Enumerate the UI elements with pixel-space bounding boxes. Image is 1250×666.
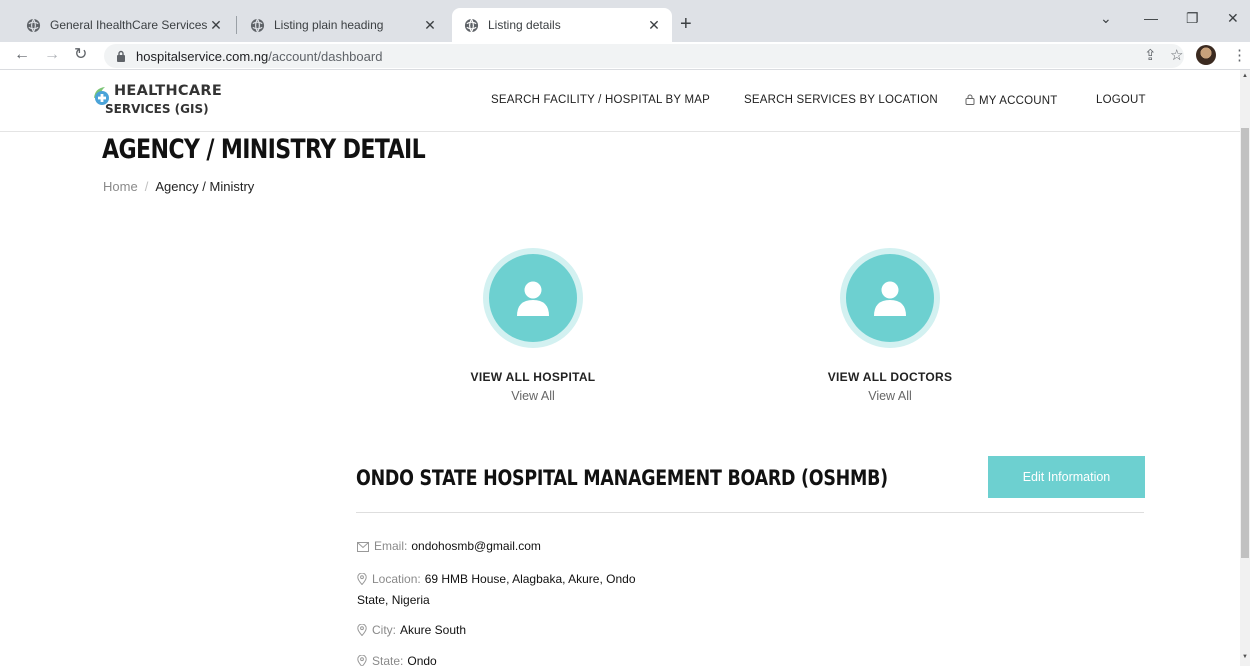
close-tab-icon[interactable]: ✕ (422, 17, 438, 34)
close-tab-icon[interactable]: ✕ (646, 17, 662, 34)
email-label: Email: (374, 539, 408, 553)
info-location: Location: 69 HMB House, Alagbaka, Akure, … (357, 572, 636, 586)
city-label: City: (372, 623, 396, 637)
url-host: hospitalservice.com.ng (136, 48, 269, 64)
info-location-cont: State, Nigeria (357, 593, 430, 607)
map-pin-icon (357, 655, 367, 666)
view-all-hospitals-link[interactable]: View All (433, 389, 633, 403)
share-icon[interactable]: ⇪ (1144, 46, 1157, 64)
city-value: Akure South (400, 623, 467, 637)
address-bar[interactable]: hospitalservice.com.ng/account/dashboard (104, 44, 1184, 68)
nav-my-account[interactable]: MY ACCOUNT (965, 94, 1057, 107)
view-all-doctors-link[interactable]: View All (790, 389, 990, 403)
menu-icon[interactable]: ⋮ (1232, 46, 1247, 64)
site-header: HEALTHCARE SERVICES (GIS) SEARCH FACILIT… (0, 70, 1240, 132)
nav-logout[interactable]: LOGOUT (1096, 94, 1146, 106)
breadcrumb: Home / Agency / Ministry (103, 179, 254, 194)
user-icon (874, 281, 906, 316)
agency-name: ONDO STATE HOSPITAL MANAGEMENT BOARD (OS… (356, 466, 888, 490)
tab-title: Listing details (488, 18, 561, 32)
stat-card-doctors: VIEW ALL DOCTORS View All (790, 248, 990, 403)
stat-icon-circle[interactable] (483, 248, 583, 348)
stat-label: VIEW ALL DOCTORS (827, 370, 953, 384)
lock-icon (965, 94, 975, 105)
new-tab-button[interactable]: + (680, 14, 692, 34)
section-divider (356, 512, 1144, 513)
bookmark-star-icon[interactable]: ☆ (1170, 46, 1183, 64)
map-pin-icon (357, 624, 367, 636)
envelope-icon (357, 542, 369, 552)
state-value: Ondo (407, 654, 437, 666)
back-button[interactable]: ← (14, 46, 30, 64)
restore-button[interactable]: ❐ (1186, 10, 1199, 27)
edit-information-button[interactable]: Edit Information (988, 456, 1145, 498)
page-scrollbar[interactable]: ▲ ▼ (1240, 70, 1250, 666)
location-value-line1: 69 HMB House, Alagbaka, Akure, Ondo (424, 572, 636, 586)
reload-button[interactable]: ↻ (74, 46, 87, 64)
browser-toolbar: ← → ↻ hospitalservice.com.ng/account/das… (0, 42, 1250, 70)
state-label: State: (372, 654, 404, 666)
scroll-up-arrow[interactable]: ▲ (1240, 73, 1250, 79)
lock-icon (117, 50, 125, 62)
tab-search-icon[interactable]: ⌄ (1100, 10, 1112, 27)
info-city: City: Akure South (357, 623, 466, 637)
scroll-down-arrow[interactable]: ▼ (1240, 654, 1250, 660)
profile-avatar[interactable] (1196, 45, 1216, 65)
nav-search-by-map[interactable]: SEARCH FACILITY / HOSPITAL BY MAP (491, 94, 710, 106)
forward-button[interactable]: → (44, 46, 60, 64)
browser-tab-1[interactable]: General IhealthCare Services ✕ (14, 8, 234, 42)
breadcrumb-separator: / (144, 179, 149, 194)
logo-subtitle: SERVICES (GIS) (105, 102, 209, 116)
logo-title: HEALTHCARE (114, 83, 223, 99)
stat-label: VIEW ALL HOSPITAL (470, 370, 596, 384)
url-path: /account/dashboard (268, 48, 383, 64)
nav-my-account-label: MY ACCOUNT (979, 95, 1058, 107)
tab-title: General IhealthCare Services (50, 18, 208, 32)
map-pin-icon (357, 573, 367, 585)
minimize-button[interactable]: — (1144, 10, 1158, 26)
breadcrumb-current: Agency / Ministry (155, 179, 255, 194)
browser-tab-3[interactable]: Listing details ✕ (452, 8, 672, 42)
close-tab-icon[interactable]: ✕ (208, 17, 224, 34)
info-email: Email: ondohosmb@gmail.com (357, 539, 541, 553)
scrollbar-thumb[interactable] (1241, 128, 1249, 558)
info-state: State: Ondo (357, 654, 437, 666)
tab-separator (236, 16, 237, 34)
breadcrumb-home[interactable]: Home (103, 179, 138, 194)
email-value: ondohosmb@gmail.com (411, 539, 541, 553)
browser-tab-2[interactable]: Listing plain heading ✕ (238, 8, 448, 42)
globe-icon (26, 18, 41, 32)
nav-search-by-location[interactable]: SEARCH SERVICES BY LOCATION (744, 94, 938, 106)
globe-icon (464, 18, 479, 32)
page-title: AGENCY / MINISTRY DETAIL (102, 134, 426, 165)
location-value-line2: State, Nigeria (357, 593, 430, 607)
tab-title: Listing plain heading (274, 18, 384, 32)
globe-icon (250, 18, 265, 32)
location-label: Location: (372, 572, 421, 586)
stat-icon-circle[interactable] (840, 248, 940, 348)
user-icon (517, 281, 549, 316)
browser-tab-bar: General IhealthCare Services ✕ Listing p… (0, 0, 1250, 42)
close-window-button[interactable]: ✕ (1227, 10, 1239, 27)
stat-card-hospitals: VIEW ALL HOSPITAL View All (433, 248, 633, 403)
